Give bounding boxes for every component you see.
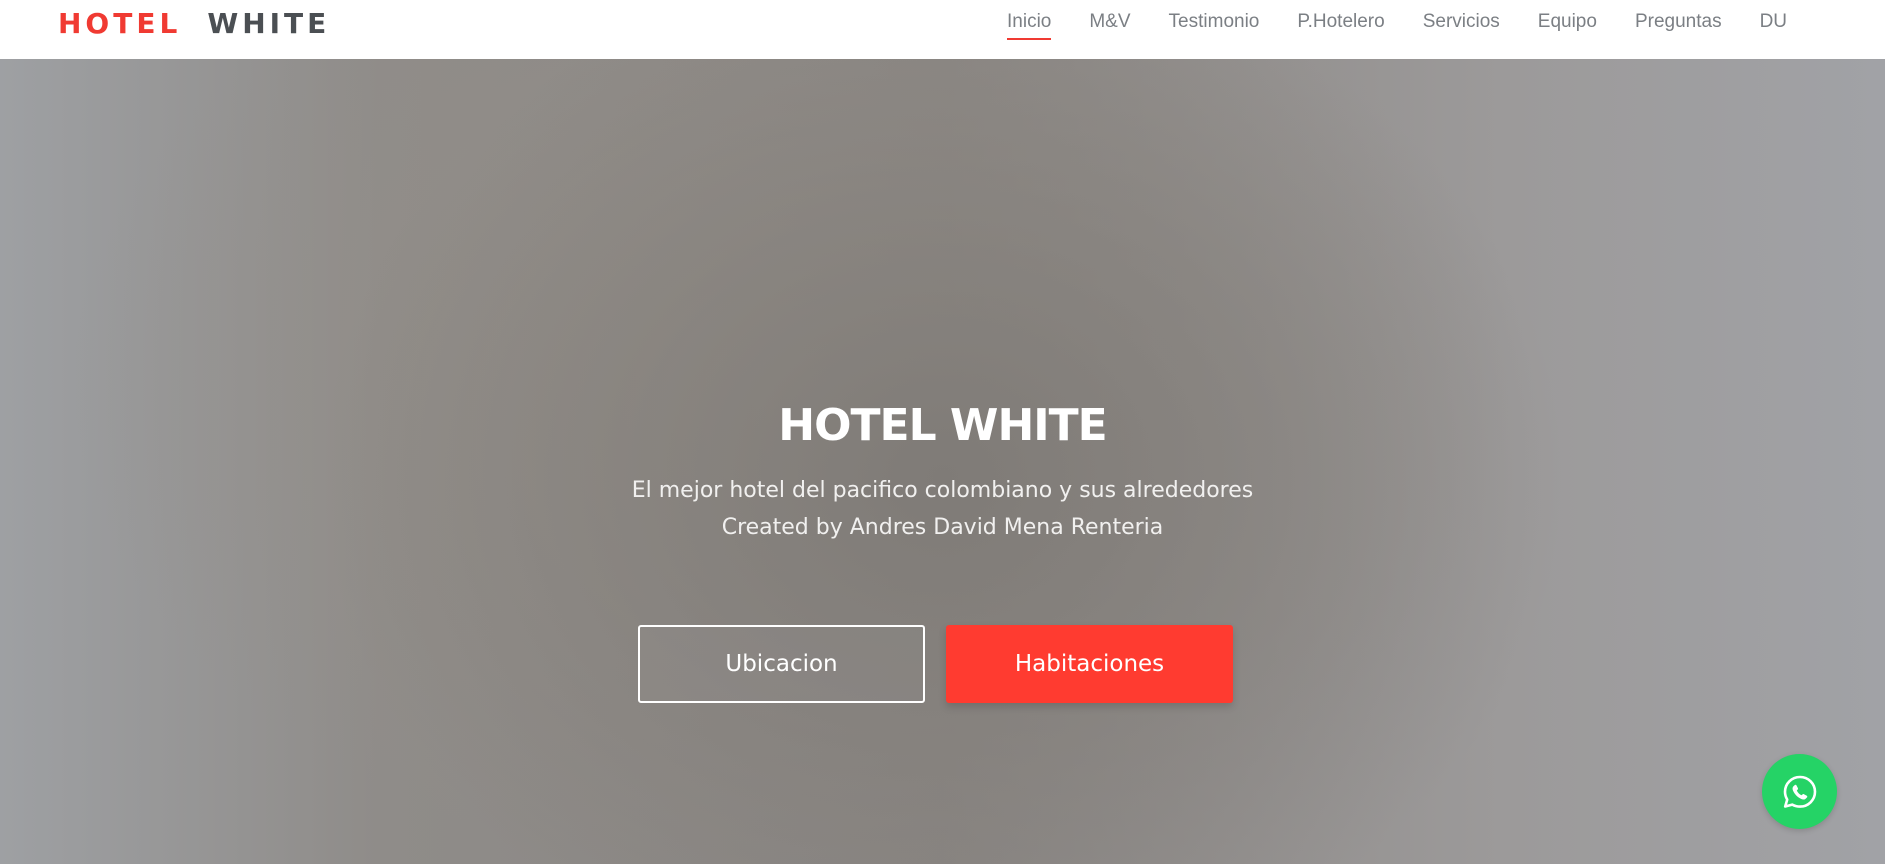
whatsapp-button[interactable] <box>1762 754 1837 829</box>
navbar: HOTEL WHITE Inicio M&V Testimonio P.Hotel… <box>0 0 1885 59</box>
whatsapp-icon <box>1783 775 1816 808</box>
brand-part-hotel: HOTEL <box>58 7 182 40</box>
habitaciones-button[interactable]: Habitaciones <box>946 625 1233 703</box>
page: HOTEL WHITE Inicio M&V Testimonio P.Hotel… <box>0 0 1885 864</box>
hero-subtitle: El mejor hotel del pacifico colombiano y… <box>0 472 1885 546</box>
brand-logo[interactable]: HOTEL WHITE <box>58 6 330 42</box>
hero-section: HOTEL WHITE El mejor hotel del pacifico … <box>0 59 1885 864</box>
ubicacion-button[interactable]: Ubicacion <box>638 625 925 703</box>
hero-subtitle-line-2: Created by Andres David Mena Renteria <box>721 515 1164 540</box>
nav-item-du[interactable]: DU <box>1760 10 1787 38</box>
hero-subtitle-line-1: El mejor hotel del pacifico colombiano y… <box>631 478 1254 503</box>
nav-item-equipo[interactable]: Equipo <box>1538 10 1597 38</box>
hero-title: HOTEL WHITE <box>778 400 1107 451</box>
hero-buttons: Ubicacion Habitaciones <box>638 625 1233 705</box>
nav-menu: Inicio M&V Testimonio P.Hotelero Servici… <box>1007 10 1787 40</box>
nav-item-mv[interactable]: M&V <box>1089 10 1130 38</box>
brand-part-white: WHITE <box>207 7 331 40</box>
nav-item-inicio[interactable]: Inicio <box>1007 10 1052 40</box>
nav-item-photelero[interactable]: P.Hotelero <box>1297 10 1384 38</box>
hero-content: HOTEL WHITE El mejor hotel del pacifico … <box>0 398 1885 546</box>
nav-item-preguntas[interactable]: Preguntas <box>1635 10 1722 38</box>
nav-item-servicios[interactable]: Servicios <box>1423 10 1500 38</box>
nav-item-testimonio[interactable]: Testimonio <box>1169 10 1260 38</box>
